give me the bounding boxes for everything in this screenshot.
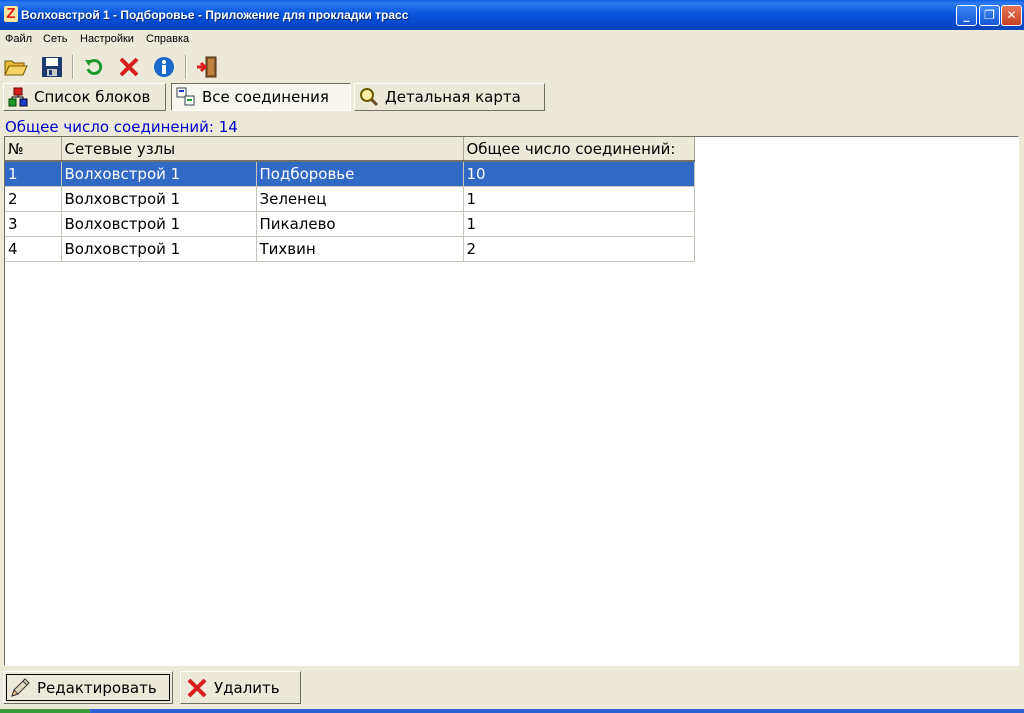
pencil-icon bbox=[9, 677, 31, 699]
tab-all-connections[interactable]: Все соединения bbox=[171, 83, 351, 111]
info-icon[interactable] bbox=[152, 55, 176, 79]
cell-number: 3 bbox=[5, 211, 62, 237]
cell-node-from: Волховстрой 1 bbox=[61, 186, 257, 212]
cell-connection-count: 1 bbox=[463, 186, 695, 212]
connections-icon bbox=[176, 87, 196, 107]
tab-detailed-map[interactable]: Детальная карта bbox=[354, 83, 545, 111]
header-number[interactable]: № bbox=[5, 137, 62, 162]
cell-node-to: Подборовье bbox=[256, 161, 464, 187]
menu-file[interactable]: Файл bbox=[5, 33, 32, 45]
cell-number: 1 bbox=[5, 161, 62, 187]
cell-number: 4 bbox=[5, 236, 62, 262]
tab-blocks-list[interactable]: Список блоков bbox=[3, 83, 166, 111]
save-icon[interactable] bbox=[40, 55, 64, 79]
refresh-icon[interactable] bbox=[82, 55, 106, 79]
tab-map-label: Детальная карта bbox=[385, 88, 521, 106]
menu-network[interactable]: Сеть bbox=[43, 33, 67, 45]
table-row[interactable]: 4 Волховстрой 1 Тихвин 2 bbox=[5, 236, 695, 262]
toolbar-separator bbox=[72, 55, 74, 79]
table-row[interactable]: 2 Волховстрой 1 Зеленец 1 bbox=[5, 186, 695, 212]
taskbar-edge bbox=[0, 709, 1024, 713]
window-title: Волховстрой 1 - Подборовье - Приложение … bbox=[21, 8, 409, 22]
cell-node-to: Зеленец bbox=[256, 186, 464, 212]
table-row[interactable]: 1 Волховстрой 1 Подборовье 10 bbox=[5, 161, 695, 187]
minimize-button[interactable]: _ bbox=[956, 5, 977, 26]
maximize-button[interactable]: ❐ bbox=[979, 5, 1000, 26]
edit-button[interactable]: Редактировать bbox=[3, 671, 173, 704]
header-network-nodes[interactable]: Сетевые узлы bbox=[61, 137, 464, 162]
menu-settings[interactable]: Настройки bbox=[80, 33, 134, 45]
delete-icon[interactable] bbox=[117, 55, 141, 79]
table-header-row: № Сетевые узлы Общее число соединений: bbox=[5, 137, 695, 162]
cell-node-to: Тихвин bbox=[256, 236, 464, 262]
cell-node-from: Волховстрой 1 bbox=[61, 211, 257, 237]
total-connections-label: Общее число соединений: 14 bbox=[5, 118, 238, 136]
delete-x-icon bbox=[186, 677, 208, 699]
exit-icon[interactable] bbox=[195, 55, 219, 79]
delete-button[interactable]: Удалить bbox=[180, 671, 301, 704]
toolbar bbox=[0, 52, 1024, 82]
cell-connection-count: 10 bbox=[463, 161, 695, 187]
delete-button-label: Удалить bbox=[214, 678, 280, 697]
connections-grid[interactable]: № Сетевые узлы Общее число соединений: 1… bbox=[4, 136, 1019, 666]
close-button[interactable]: ✕ bbox=[1001, 5, 1022, 26]
title-bar[interactable]: Z Волховстрой 1 - Подборовье - Приложени… bbox=[0, 0, 1024, 30]
open-folder-icon[interactable] bbox=[4, 55, 28, 79]
app-icon: Z bbox=[4, 6, 18, 22]
blocks-icon bbox=[8, 87, 28, 107]
table-row[interactable]: 3 Волховстрой 1 Пикалево 1 bbox=[5, 211, 695, 237]
toolbar-separator bbox=[185, 55, 187, 79]
tab-blocks-label: Список блоков bbox=[34, 88, 151, 106]
cell-node-from: Волховстрой 1 bbox=[61, 236, 257, 262]
cell-node-to: Пикалево bbox=[256, 211, 464, 237]
menu-help[interactable]: Справка bbox=[146, 33, 189, 45]
cell-number: 2 bbox=[5, 186, 62, 212]
connections-table: № Сетевые узлы Общее число соединений: 1… bbox=[5, 137, 695, 262]
cell-connection-count: 2 bbox=[463, 236, 695, 262]
magnifier-icon bbox=[359, 87, 379, 107]
menu-bar: Файл Сеть Настройки Справка bbox=[0, 30, 1024, 48]
cell-connection-count: 1 bbox=[463, 211, 695, 237]
cell-node-from: Волховстрой 1 bbox=[61, 161, 257, 187]
edit-button-label: Редактировать bbox=[37, 678, 157, 697]
tab-connections-label: Все соединения bbox=[202, 88, 329, 106]
header-connection-count[interactable]: Общее число соединений: bbox=[463, 137, 695, 162]
